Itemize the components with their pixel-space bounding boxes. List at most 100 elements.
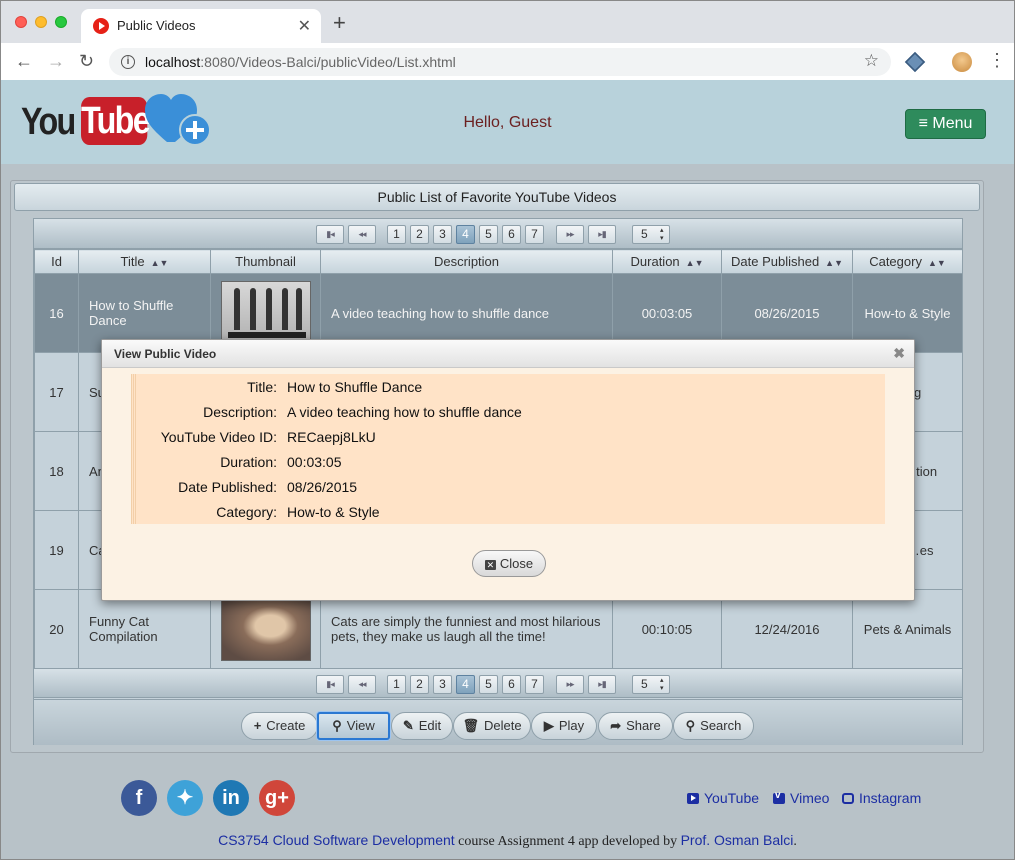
first-page-button[interactable]: ▮◂ <box>316 675 344 694</box>
first-page-button[interactable]: ▮◂ <box>316 225 344 244</box>
action-toolbar: + Create ⚲ View ✎ Edit 🗑 Delete ▶ Play ➦ Share… <box>34 699 962 745</box>
browser-window: Public Videos ✕ + ← → ↻ i localhost:8080… <box>0 0 1015 81</box>
sort-icon[interactable]: ▲▼ <box>151 258 169 268</box>
column-header-duration[interactable]: Duration ▲▼ <box>612 249 722 274</box>
detail-row-video-id: YouTube Video ID: RECaepj8LkU <box>160 429 376 445</box>
close-window-button[interactable] <box>15 16 27 28</box>
browser-tab[interactable]: Public Videos ✕ <box>81 9 321 43</box>
column-header-thumbnail: Thumbnail <box>210 249 321 274</box>
reload-icon[interactable]: ↻ <box>79 51 94 71</box>
share-icon: ➦ <box>610 718 622 733</box>
page-3-button[interactable]: 3 <box>433 675 452 694</box>
page-4-button[interactable]: 4 <box>456 675 475 694</box>
detail-row-date-published: Date Published: 08/26/2015 <box>178 479 358 495</box>
dialog-title: View Public Video <box>114 347 217 361</box>
delete-button[interactable]: 🗑 Delete <box>453 712 531 740</box>
profile-avatar[interactable] <box>952 52 972 72</box>
new-tab-icon[interactable]: + <box>333 12 346 34</box>
cell-id: 18 <box>34 431 79 511</box>
extension-icon[interactable] <box>904 51 926 73</box>
play-button[interactable]: ▶ Play <box>531 712 597 740</box>
prev-page-button[interactable]: ◂◂ <box>348 225 376 244</box>
info-icon[interactable]: i <box>121 55 135 69</box>
page-1-button[interactable]: 1 <box>387 225 406 244</box>
table-header-row: Id Title ▲▼ Thumbnail Description Duratio… <box>34 249 963 274</box>
credit-line: CS3754 Cloud Software Development course… <box>218 832 797 849</box>
more-menu-icon[interactable]: ⋮ <box>988 50 1006 70</box>
page-4-button[interactable]: 4 <box>456 225 475 244</box>
top-paginator: ▮◂ ◂◂ 1 2 3 4 5 6 7 ▸▸ ▸▮ 5 <box>34 219 962 249</box>
minimize-window-button[interactable] <box>35 16 47 28</box>
tab-bar: Public Videos ✕ + <box>1 1 1014 43</box>
google-plus-icon[interactable]: g+ <box>259 780 295 816</box>
youtube-link[interactable]: YouTube <box>687 790 759 806</box>
cell-id: 16 <box>34 273 79 353</box>
back-icon[interactable]: ← <box>15 51 33 71</box>
edit-icon: ✎ <box>402 718 414 733</box>
address-bar[interactable]: i localhost:8080/Videos-Balci/publicVide… <box>109 48 891 76</box>
tab-title: Public Videos <box>117 18 196 33</box>
sort-icon[interactable]: ▲▼ <box>686 258 704 268</box>
page-2-button[interactable]: 2 <box>410 675 429 694</box>
rows-per-page-select[interactable]: 5 <box>632 225 670 244</box>
edit-button[interactable]: ✎ Edit <box>391 712 453 740</box>
instagram-icon <box>842 793 854 804</box>
thumbnail-image[interactable] <box>221 281 311 345</box>
page-5-button[interactable]: 5 <box>479 675 498 694</box>
view-video-dialog: View Public Video ✖ Title: How to Shuffle… <box>101 339 915 601</box>
sort-icon[interactable]: ▲▼ <box>928 258 946 268</box>
column-header-title[interactable]: Title ▲▼ <box>78 249 211 274</box>
twitter-icon[interactable]: ✦ <box>167 780 203 816</box>
url-text: localhost:8080/Videos-Balci/publicVideo/… <box>145 54 456 70</box>
last-page-button[interactable]: ▸▮ <box>588 225 616 244</box>
maximize-window-button[interactable] <box>55 16 67 28</box>
last-page-button[interactable]: ▸▮ <box>588 675 616 694</box>
youtube-icon <box>687 793 699 804</box>
trash-icon: 🗑 <box>462 718 479 733</box>
table-row[interactable]: 20 Funny Cat Compilation Cats are simply… <box>34 589 963 669</box>
close-tab-icon[interactable]: ✕ <box>298 16 311 36</box>
page-2-button[interactable]: 2 <box>410 225 429 244</box>
column-header-id: Id <box>34 249 79 274</box>
search-button[interactable]: ⚲ Search <box>673 712 754 740</box>
detail-row-description: Description: A video teaching how to shuf… <box>203 404 522 420</box>
prev-page-button[interactable]: ◂◂ <box>348 675 376 694</box>
linkedin-icon[interactable]: in <box>213 780 249 816</box>
menu-button[interactable]: ≡ Menu <box>905 109 986 139</box>
play-icon: ▶ <box>543 718 554 733</box>
column-header-date-published[interactable]: Date Published ▲▼ <box>721 249 853 274</box>
facebook-icon[interactable]: f <box>121 780 157 816</box>
rows-per-page-select[interactable]: 5 <box>632 675 670 694</box>
close-icon[interactable]: ✖ <box>893 345 905 362</box>
instagram-link[interactable]: Instagram <box>842 790 921 806</box>
page-6-button[interactable]: 6 <box>502 675 521 694</box>
close-box-icon: ✕ <box>484 560 496 570</box>
dialog-details: Title: How to Shuffle Dance Description: A… <box>131 374 885 524</box>
bottom-paginator: ▮◂ ◂◂ 1 2 3 4 5 6 7 ▸▸ ▸▮ 5 <box>34 668 962 698</box>
sort-icon[interactable]: ▲▼ <box>825 258 843 268</box>
page-7-button[interactable]: 7 <box>525 225 544 244</box>
search-icon: ⚲ <box>332 718 342 733</box>
course-link[interactable]: CS3754 Cloud Software Development <box>218 832 455 848</box>
page-5-button[interactable]: 5 <box>479 225 498 244</box>
column-header-category[interactable]: Category ▲▼ <box>852 249 963 274</box>
cell-id: 19 <box>34 510 79 590</box>
create-button[interactable]: + Create <box>241 712 318 740</box>
next-page-button[interactable]: ▸▸ <box>556 675 584 694</box>
cell-id: 17 <box>34 352 79 432</box>
view-button[interactable]: ⚲ View <box>317 712 390 740</box>
thumbnail-image[interactable] <box>221 597 311 661</box>
page-1-button[interactable]: 1 <box>387 675 406 694</box>
bookmark-star-icon[interactable]: ☆ <box>864 51 879 71</box>
close-button[interactable]: ✕ Close <box>472 550 546 577</box>
vimeo-link[interactable]: Vimeo <box>773 790 829 806</box>
page-6-button[interactable]: 6 <box>502 225 521 244</box>
author-link[interactable]: Prof. Osman Balci <box>681 832 794 848</box>
page-7-button[interactable]: 7 <box>525 675 544 694</box>
page-3-button[interactable]: 3 <box>433 225 452 244</box>
dialog-header[interactable]: View Public Video ✖ <box>102 340 914 368</box>
search-icon: ⚲ <box>685 718 696 733</box>
next-page-button[interactable]: ▸▸ <box>556 225 584 244</box>
forward-icon[interactable]: → <box>47 51 65 71</box>
share-button[interactable]: ➦ Share <box>598 712 673 740</box>
